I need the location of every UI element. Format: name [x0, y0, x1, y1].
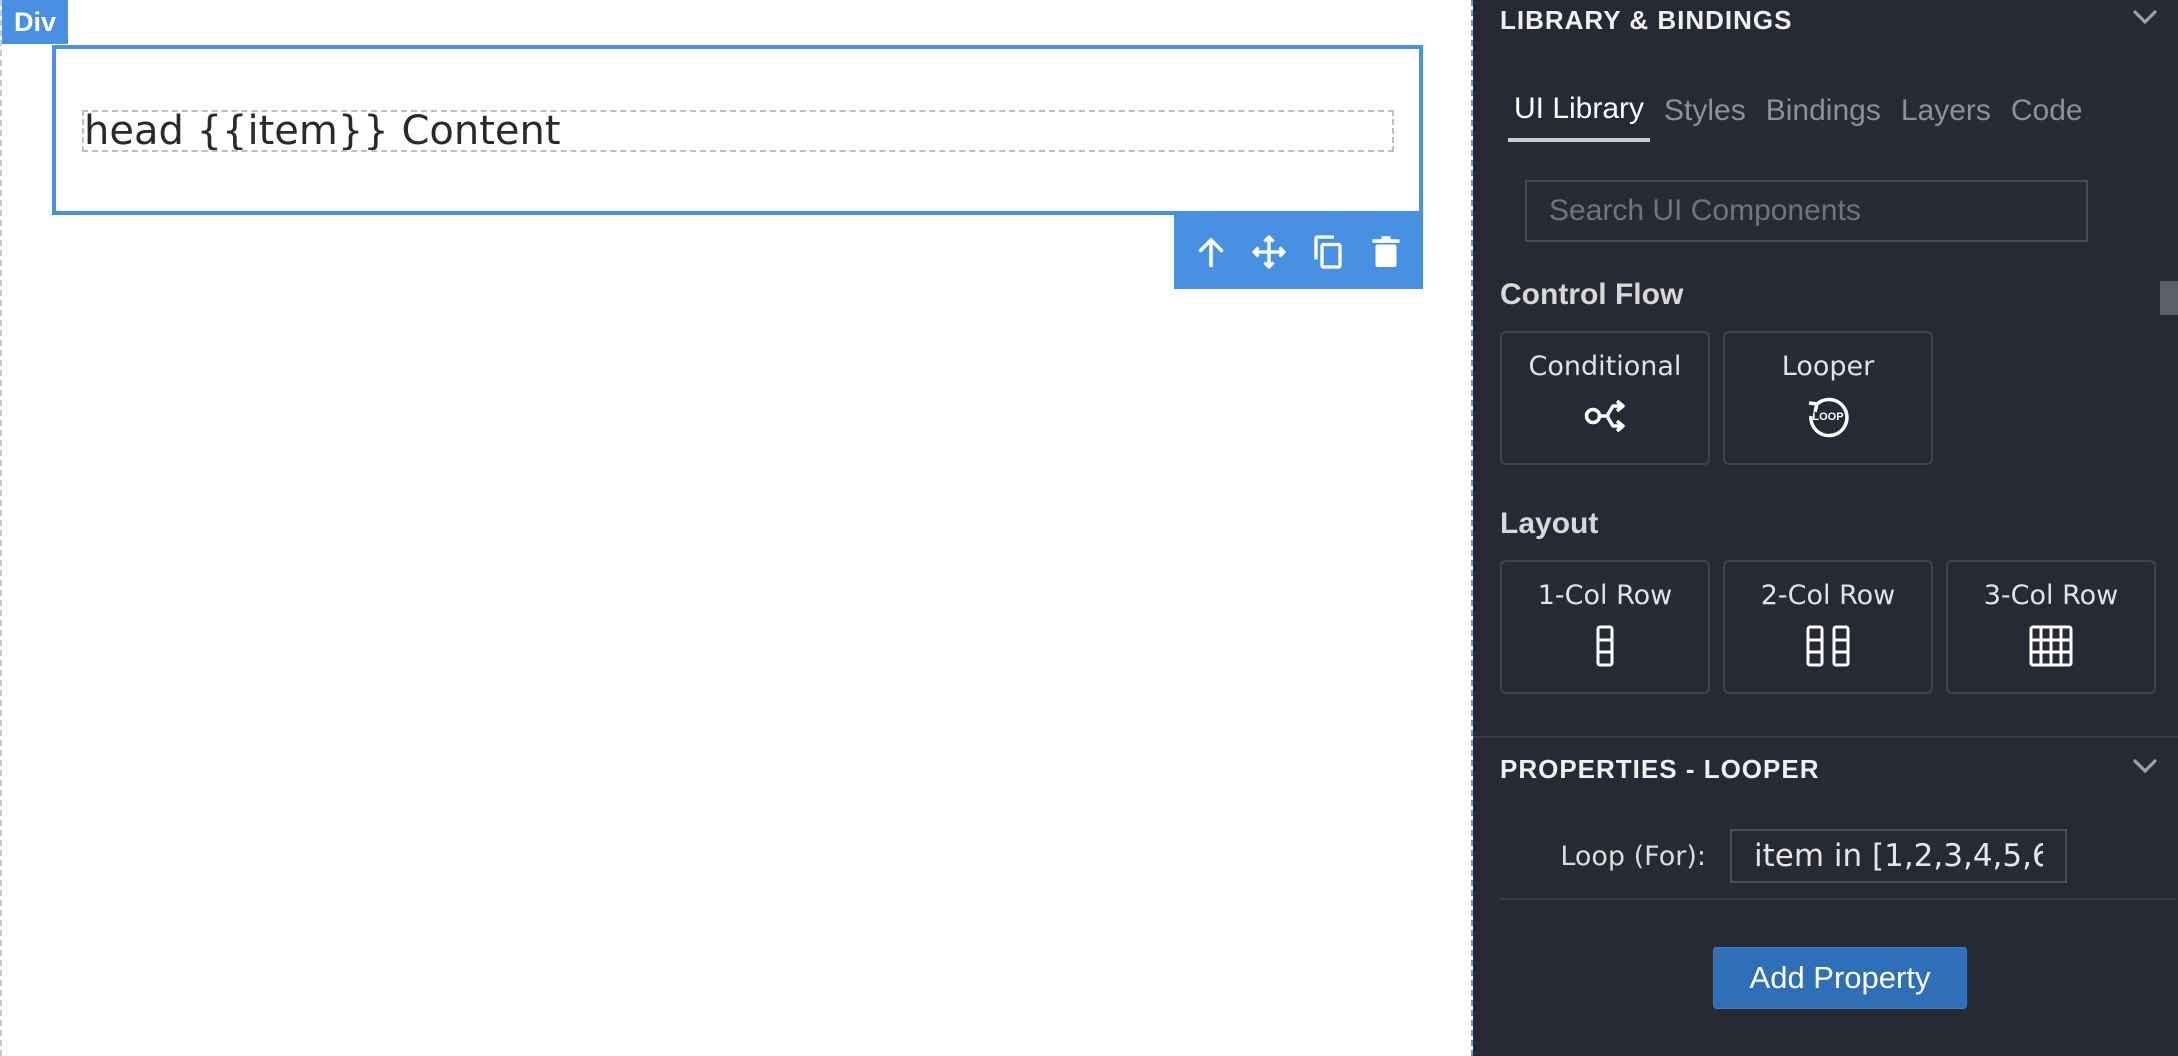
component-card-looper[interactable]: Looper LOOP — [1723, 331, 1933, 465]
loop-icon: LOOP — [1805, 396, 1851, 442]
library-header[interactable]: LIBRARY & BINDINGS — [1500, 0, 2160, 40]
design-canvas[interactable]: Div head {{item}} Content — [0, 0, 1473, 1056]
chevron-down-icon[interactable] — [2130, 751, 2160, 788]
component-card-conditional[interactable]: Conditional — [1500, 331, 1710, 465]
three-col-icon — [2028, 625, 2074, 671]
card-label: Conditional — [1528, 351, 1682, 382]
loop-for-input[interactable] — [1730, 829, 2067, 883]
delete-button[interactable] — [1362, 228, 1410, 276]
property-divider — [1500, 898, 2176, 900]
move-up-button[interactable] — [1187, 228, 1235, 276]
card-label: 1-Col Row — [1537, 580, 1673, 611]
properties-header-title: PROPERTIES - LOOPER — [1500, 753, 1820, 784]
control-flow-title: Control Flow — [1500, 278, 1684, 311]
loop-for-label: Loop (For): — [1560, 840, 1706, 872]
library-header-title: LIBRARY & BINDINGS — [1500, 4, 1793, 35]
one-col-icon — [1595, 625, 1615, 671]
tab-ui-library[interactable]: UI Library — [1508, 80, 1651, 142]
search-input[interactable] — [1525, 180, 2088, 242]
add-property-button[interactable]: Add Property — [1713, 947, 1967, 1009]
properties-header[interactable]: PROPERTIES - LOOPER — [1500, 749, 2160, 789]
conditional-icon — [1583, 396, 1627, 440]
arrow-up-icon — [1198, 238, 1224, 268]
section-divider — [1473, 736, 2178, 738]
card-label: 2-Col Row — [1760, 580, 1896, 611]
move-icon — [1252, 235, 1287, 269]
tab-layers[interactable]: Layers — [1901, 80, 2005, 142]
layout-title: Layout — [1500, 507, 1599, 540]
card-label: 3-Col Row — [1983, 580, 2119, 611]
panel-tabs: UI Library Styles Bindings Layers Code — [1508, 80, 2103, 146]
content-text-element[interactable]: head {{item}} Content — [82, 110, 1394, 152]
scrollbar-thumb[interactable] — [2160, 281, 2178, 315]
element-toolbar — [1174, 215, 1423, 289]
chevron-down-icon[interactable] — [2130, 2, 2160, 39]
copy-icon — [1313, 235, 1342, 269]
component-card-3-col-row[interactable]: 3-Col Row — [1946, 560, 2156, 694]
component-card-2-col-row[interactable]: 2-Col Row — [1723, 560, 1933, 694]
drag-handle-button[interactable] — [1245, 228, 1293, 276]
card-label: Looper — [1781, 351, 1875, 382]
loop-property-row: Loop (For): — [1500, 826, 2150, 886]
component-card-1-col-row[interactable]: 1-Col Row — [1500, 560, 1710, 694]
right-panel: LIBRARY & BINDINGS UI Library Styles Bin… — [1473, 0, 2178, 1056]
loop-icon-text: LOOP — [1812, 411, 1844, 423]
element-type-tag: Div — [2, 0, 68, 44]
tab-bindings[interactable]: Bindings — [1766, 80, 1895, 142]
duplicate-button[interactable] — [1304, 228, 1352, 276]
two-col-icon — [1805, 625, 1851, 671]
tab-styles[interactable]: Styles — [1664, 80, 1760, 142]
trash-icon — [1372, 236, 1400, 267]
selected-div-element[interactable]: head {{item}} Content — [52, 45, 1423, 215]
tab-code[interactable]: Code — [2011, 80, 2097, 142]
